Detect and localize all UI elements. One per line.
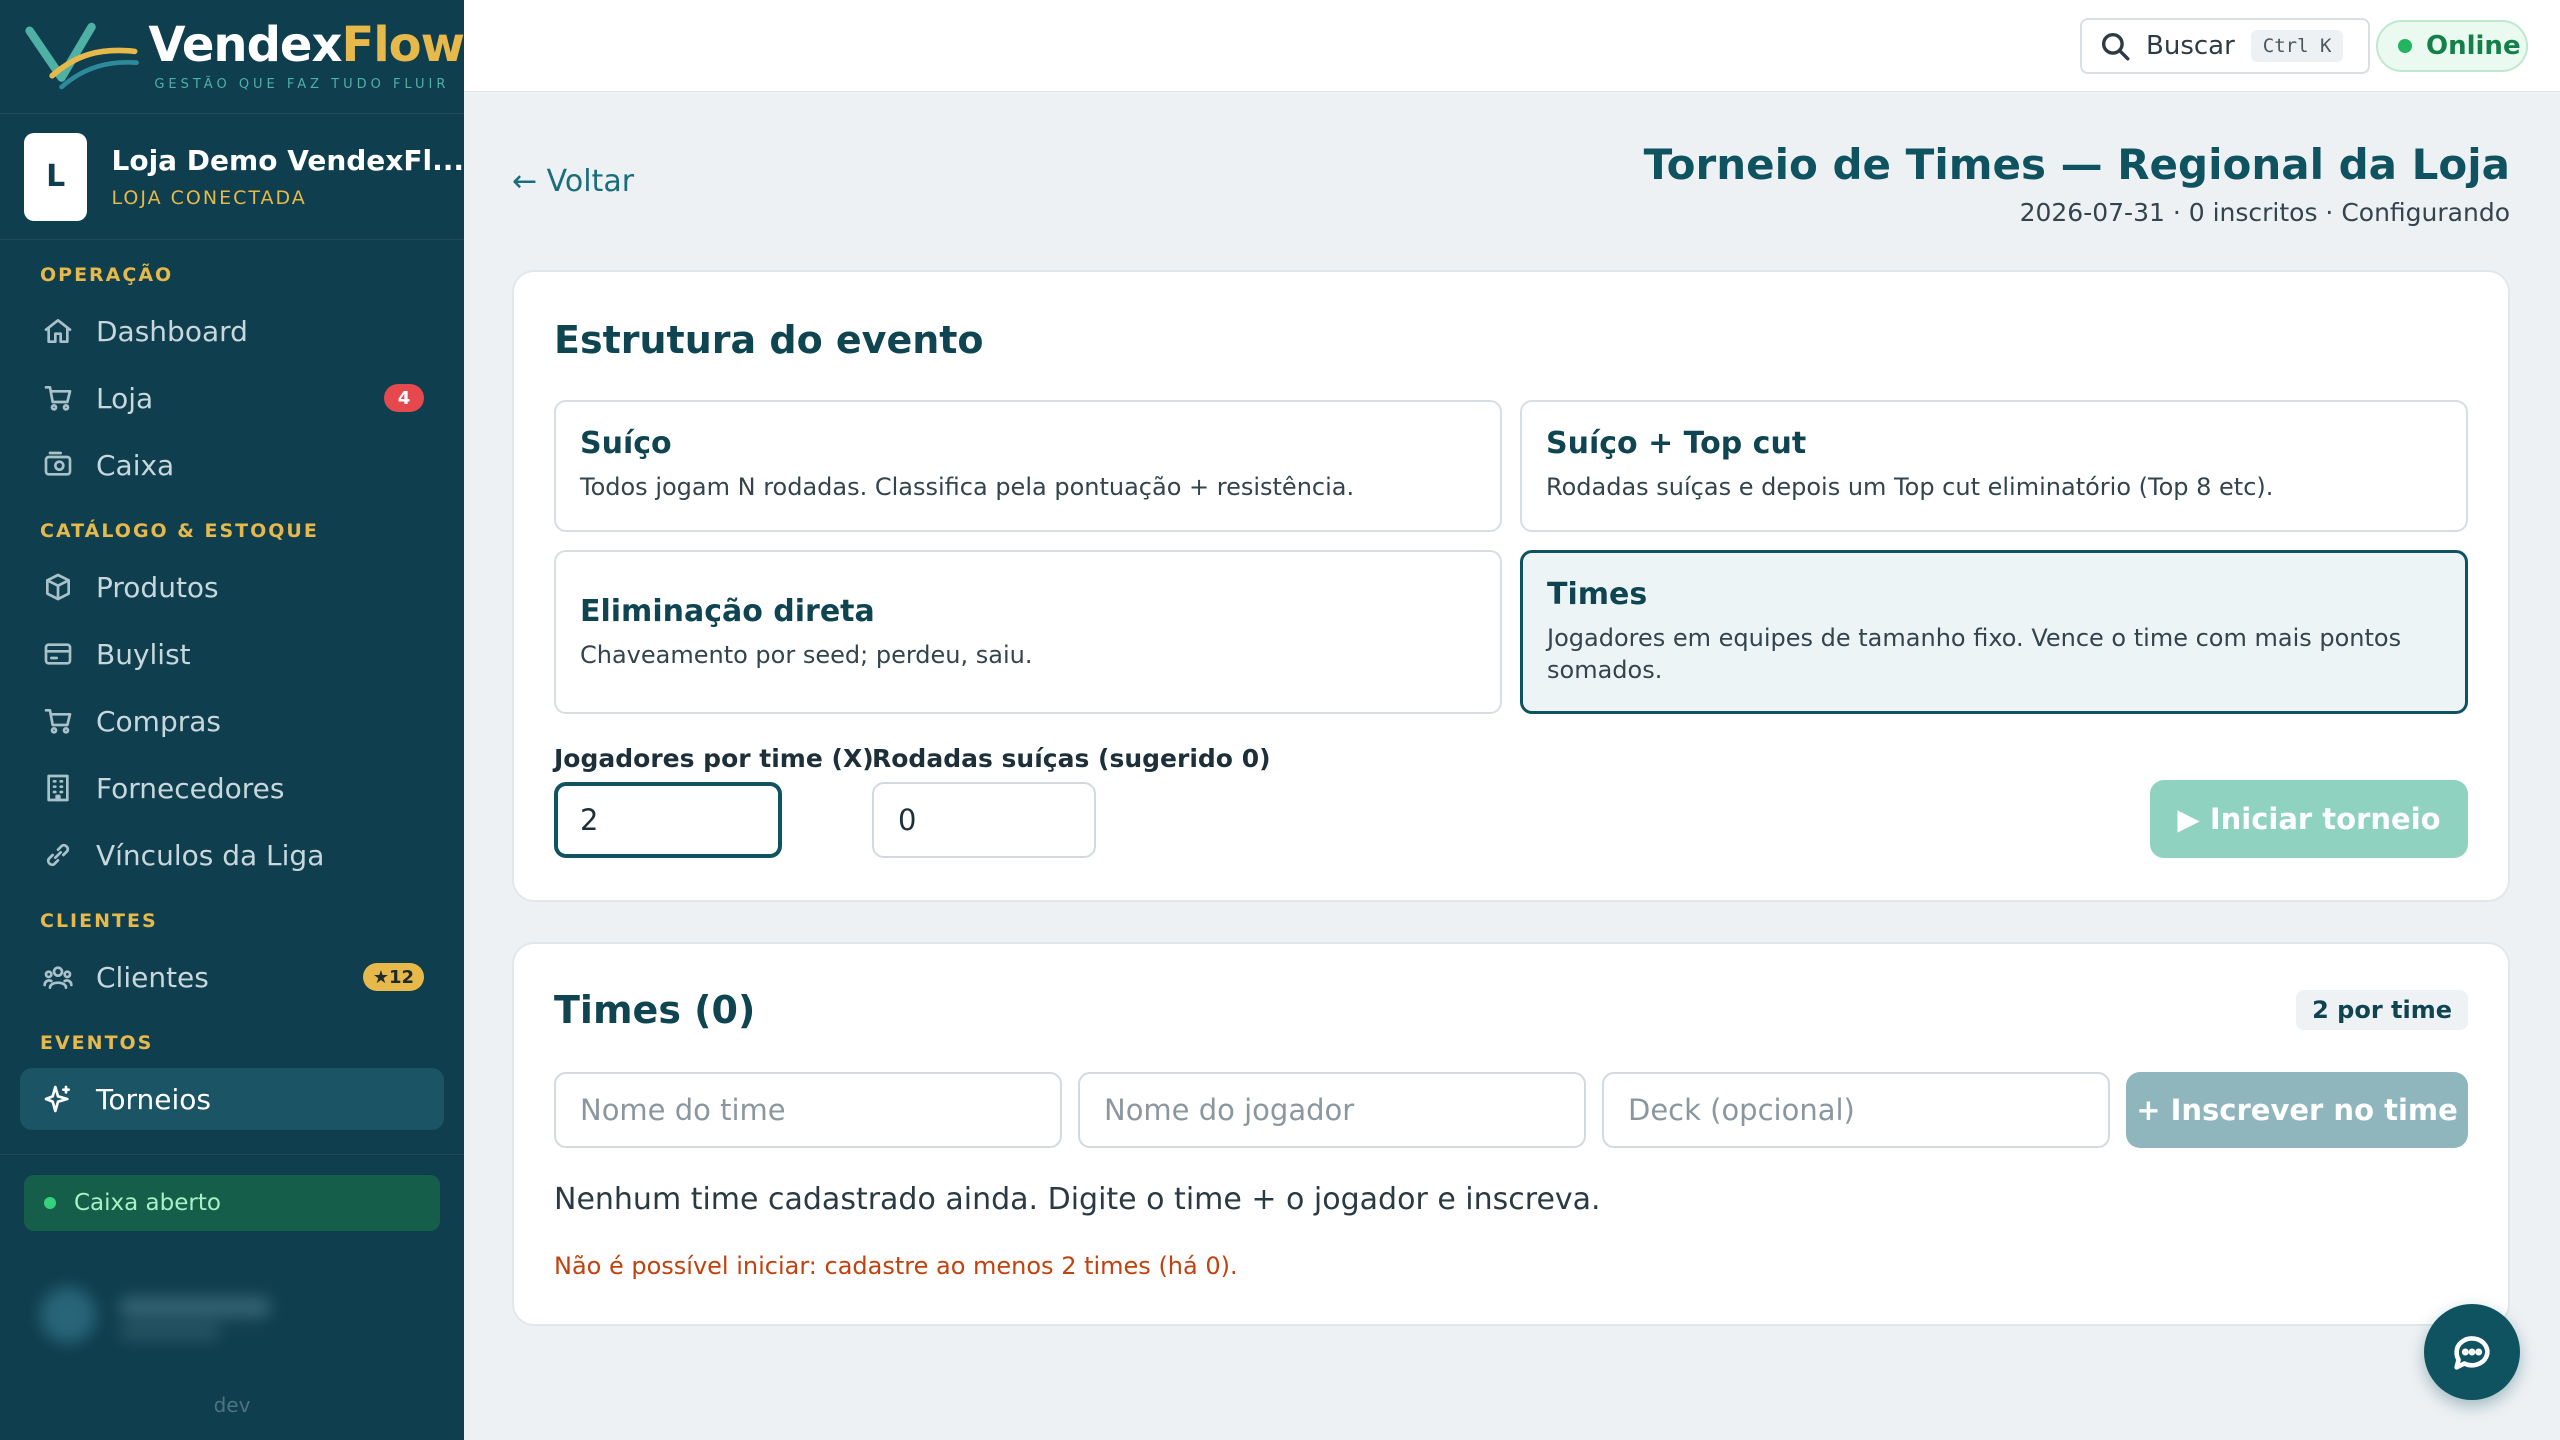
- sidebar-item-produtos[interactable]: Produtos: [20, 556, 444, 618]
- sidebar-item-label: Loja: [96, 381, 154, 415]
- sidebar-item-dashboard[interactable]: Dashboard: [20, 300, 444, 362]
- avatar: [40, 1287, 96, 1343]
- per-team-badge: 2 por time: [2296, 990, 2468, 1030]
- sidebar-item-caixa[interactable]: Caixa: [20, 434, 444, 496]
- sidebar-item-vinculos-liga[interactable]: Vínculos da Liga: [20, 824, 444, 886]
- empty-state-message: Nenhum time cadastrado ainda. Digite o t…: [554, 1182, 1601, 1217]
- start-tournament-button[interactable]: ▶ Iniciar torneio: [2150, 780, 2468, 858]
- status-dot-icon: [44, 1197, 56, 1209]
- sidebar-item-label: Torneios: [96, 1082, 211, 1116]
- store-switcher[interactable]: L Loja Demo VendexFl... LOJA CONECTADA: [0, 114, 464, 240]
- nav-section-catalogo: CATÁLOGO & ESTOQUE: [40, 520, 319, 542]
- sidebar-item-fornecedores[interactable]: Fornecedores: [20, 757, 444, 819]
- sidebar-item-label: Compras: [96, 704, 221, 738]
- nav-section-clientes: CLIENTES: [40, 910, 158, 932]
- swiss-rounds-label: Rodadas suíças (sugerido 0): [872, 744, 1271, 773]
- deck-input[interactable]: [1602, 1072, 2110, 1148]
- option-title: Eliminação direta: [580, 594, 875, 629]
- sidebar-item-compras[interactable]: Compras: [20, 690, 444, 752]
- search-icon: [2101, 32, 2130, 61]
- building-icon: [40, 770, 76, 806]
- loyalty-badge: ★12: [362, 963, 424, 991]
- brand-name-part2: Flow: [341, 17, 465, 73]
- option-description: Todos jogam N rodadas. Classifica pela p…: [580, 473, 1355, 501]
- player-name-input[interactable]: [1078, 1072, 1586, 1148]
- team-name-input[interactable]: [554, 1072, 1062, 1148]
- topbar: Buscar Ctrl K Online: [464, 0, 2560, 92]
- sidebar: VendexFlow GESTÃO QUE FAZ TUDO FLUIR L L…: [0, 0, 465, 1440]
- caixa-status-pill[interactable]: Caixa aberto: [24, 1175, 440, 1231]
- sidebar-item-label: Clientes: [96, 960, 209, 994]
- format-option-suico[interactable]: Suíço Todos jogam N rodadas. Classifica …: [554, 400, 1502, 532]
- option-title: Suíço + Top cut: [1546, 426, 1807, 461]
- option-description: Jogadores em equipes de tamanho fixo. Ve…: [1547, 624, 2402, 684]
- environment-label: dev: [213, 1393, 251, 1417]
- nav-section-eventos: EVENTOS: [40, 1032, 154, 1054]
- sidebar-item-buylist[interactable]: Buylist: [20, 623, 444, 685]
- search-label: Buscar: [2146, 31, 2235, 61]
- brand-logo[interactable]: VendexFlow GESTÃO QUE FAZ TUDO FLUIR: [0, 0, 465, 114]
- cash-register-icon: [40, 447, 76, 483]
- cart-icon: [40, 703, 76, 739]
- option-description: Chaveamento por seed; perdeu, saiu.: [580, 641, 1033, 669]
- sidebar-footer: Caixa aberto dev: [0, 1154, 464, 1417]
- user-profile-blurred[interactable]: [24, 1277, 440, 1357]
- chat-button[interactable]: [2424, 1304, 2520, 1400]
- search-button[interactable]: Buscar Ctrl K: [2080, 18, 2370, 74]
- vendexflow-logo-icon: [25, 22, 139, 89]
- sidebar-item-label: Caixa: [96, 448, 175, 482]
- section-title: Estrutura do evento: [554, 318, 984, 362]
- brand-tagline: GESTÃO QUE FAZ TUDO FLUIR: [154, 77, 450, 92]
- players-per-team-label: Jogadores por time (X): [554, 744, 874, 773]
- sidebar-item-label: Fornecedores: [96, 771, 285, 805]
- cart-icon: [40, 380, 76, 416]
- option-title: Suíço: [580, 426, 672, 461]
- sidebar-item-label: Vínculos da Liga: [96, 838, 325, 872]
- sidebar-item-torneios[interactable]: Torneios: [20, 1068, 444, 1130]
- teams-card: Times (0) 2 por time + Inscrever no time…: [512, 942, 2510, 1326]
- card-icon: [40, 636, 76, 672]
- swiss-rounds-input[interactable]: [872, 782, 1096, 858]
- option-description: Rodadas suíças e depois um Top cut elimi…: [1546, 473, 2274, 501]
- sidebar-item-label: Produtos: [96, 570, 219, 604]
- chat-bubble-icon: [2454, 1336, 2490, 1370]
- page-meta: 2026-07-31 · 0 inscritos · Configurando: [2019, 198, 2510, 227]
- start-warning-message: Não é possível iniciar: cadastre ao meno…: [554, 1252, 1238, 1280]
- sidebar-item-clientes[interactable]: Clientes ★12: [20, 946, 444, 1008]
- format-option-times[interactable]: Times Jogadores em equipes de tamanho fi…: [1520, 550, 2468, 714]
- players-per-team-input[interactable]: [554, 782, 782, 858]
- home-icon: [40, 313, 76, 349]
- brand-name-part1: Vendex: [148, 17, 342, 73]
- page-title: Torneio de Times — Regional da Loja: [1643, 140, 2510, 189]
- format-option-eliminacao-direta[interactable]: Eliminação direta Chaveamento por seed; …: [554, 550, 1502, 714]
- sidebar-item-label: Buylist: [96, 637, 191, 671]
- sidebar-item-label: Dashboard: [96, 314, 248, 348]
- store-name: Loja Demo VendexFl...: [111, 144, 464, 177]
- store-avatar: L: [24, 132, 88, 221]
- event-structure-card: Estrutura do evento Suíço Todos jogam N …: [512, 270, 2510, 902]
- nav-section-operacao: OPERAÇÃO: [40, 264, 174, 286]
- caixa-status-label: Caixa aberto: [74, 1190, 221, 1216]
- enroll-team-button[interactable]: + Inscrever no time: [2126, 1072, 2468, 1148]
- store-status: LOJA CONECTADA: [111, 187, 307, 209]
- sidebar-item-loja[interactable]: Loja 4: [20, 367, 444, 429]
- sparkle-icon: [40, 1081, 76, 1117]
- back-link[interactable]: ← Voltar: [512, 164, 634, 199]
- link-icon: [40, 837, 76, 873]
- section-title: Times (0): [554, 988, 756, 1032]
- option-title: Times: [1547, 577, 1648, 612]
- keyboard-shortcut: Ctrl K: [2250, 30, 2344, 62]
- notification-badge: 4: [384, 384, 424, 412]
- online-status-label: Online: [2426, 31, 2521, 61]
- users-icon: [40, 959, 76, 995]
- status-dot-icon: [2398, 39, 2412, 53]
- box-icon: [40, 569, 76, 605]
- format-option-suico-top-cut[interactable]: Suíço + Top cut Rodadas suíças e depois …: [1520, 400, 2468, 532]
- online-status-badge: Online: [2376, 20, 2528, 72]
